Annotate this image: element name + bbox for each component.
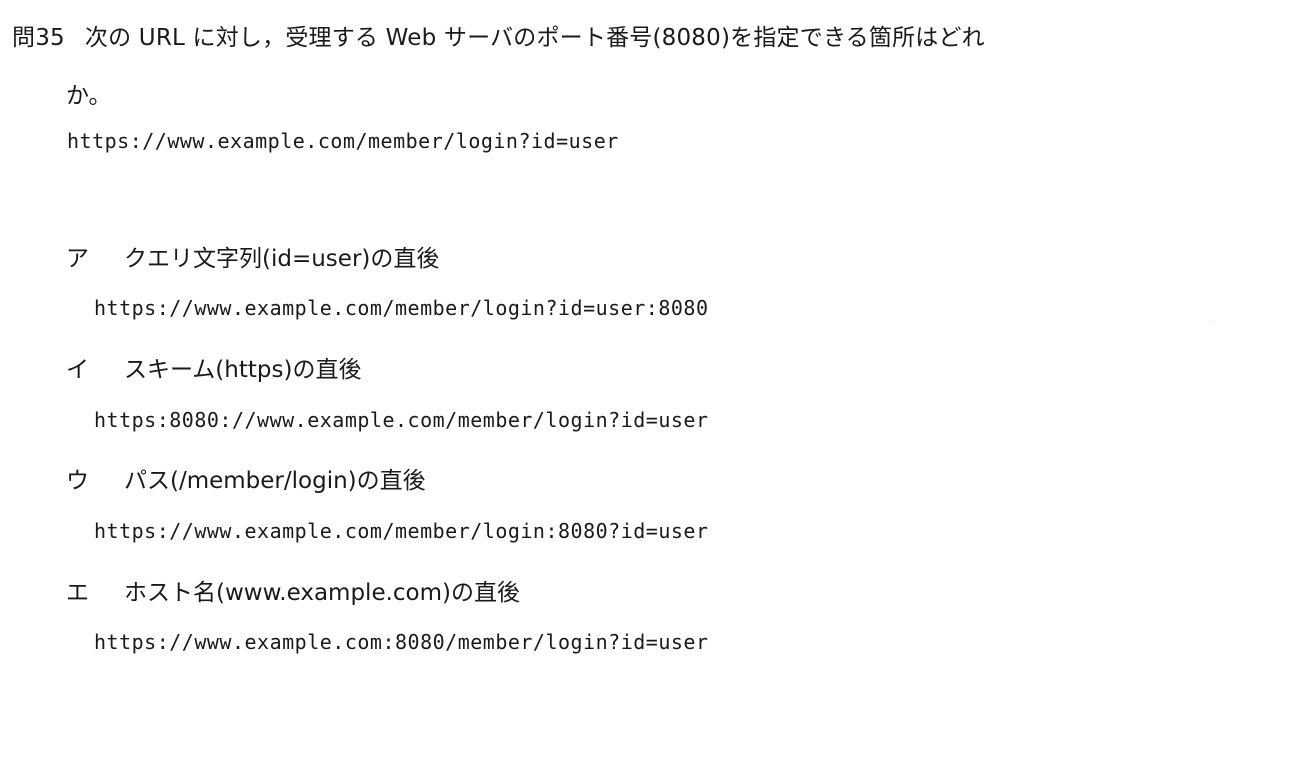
- choice-a: ア クエリ文字列(id=user)の直後: [66, 239, 439, 273]
- question-number: 問35: [12, 25, 65, 51]
- choice-e: エ ホスト名(www.example.com)の直後: [66, 573, 520, 607]
- choice-i-text: スキーム(https)の直後: [124, 357, 362, 383]
- question-text-line-1: 次の URL に対し，受理する Web サーバのポート番号(8080)を指定でき…: [84, 25, 985, 51]
- choice-a-url: https://www.example.com/member/login?id=…: [94, 296, 709, 320]
- choice-i-url: https:8080://www.example.com/member/logi…: [94, 408, 709, 432]
- question-text-line-2: か。: [66, 83, 112, 109]
- choice-u: ウ パス(/member/login)の直後: [66, 461, 426, 495]
- question-url: https://www.example.com/member/login?id=…: [67, 129, 619, 153]
- choice-e-label: エ: [66, 580, 89, 606]
- exam-page: 問35 次の URL に対し，受理する Web サーバのポート番号(8080)を指…: [0, 0, 1294, 780]
- choice-u-url: https://www.example.com/member/login:808…: [94, 519, 709, 543]
- choice-u-label: ウ: [66, 468, 89, 494]
- choice-e-url: https://www.example.com:8080/member/logi…: [94, 630, 709, 654]
- choice-e-text: ホスト名(www.example.com)の直後: [124, 580, 521, 606]
- question-line-1: 問35 次の URL に対し，受理する Web サーバのポート番号(8080)を指…: [12, 18, 985, 52]
- choice-i: イ スキーム(https)の直後: [66, 350, 361, 384]
- scan-speck: [1210, 322, 1212, 324]
- choice-a-label: ア: [66, 246, 89, 272]
- choice-a-text: クエリ文字列(id=user)の直後: [124, 246, 440, 272]
- choice-i-label: イ: [66, 357, 89, 383]
- choice-u-text: パス(/member/login)の直後: [124, 468, 426, 494]
